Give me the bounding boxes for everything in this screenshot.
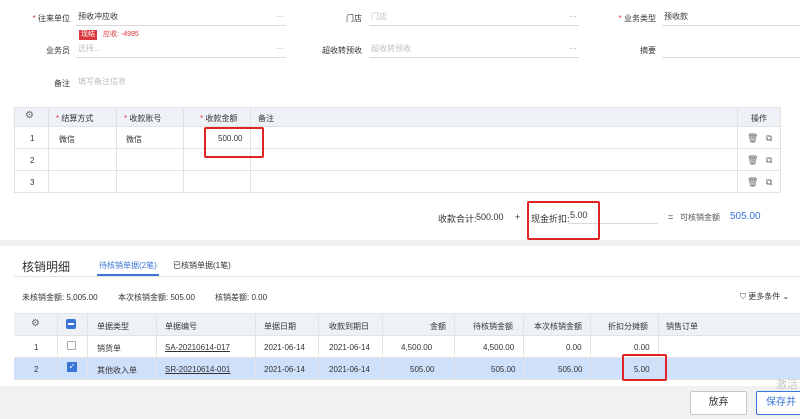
partner-receivable: 应收: -4995: [103, 31, 139, 38]
account-cell[interactable]: 微信: [126, 134, 142, 145]
watermark: 激活: [776, 379, 798, 391]
store-field[interactable]: 门店 ···: [369, 9, 579, 26]
writeoff-amount-label: 可核销金额: [680, 213, 720, 222]
row-number: 1: [34, 343, 39, 352]
header-account: * 收款账号: [124, 114, 162, 123]
discount-highlight-box: [527, 201, 600, 240]
filter-icon: ⛉: [740, 292, 749, 301]
discount-share-highlight-box: [622, 354, 667, 381]
amount-cell: 4,500.00: [401, 343, 433, 352]
settings-gear-icon[interactable]: ⚙: [25, 110, 34, 121]
more-icon[interactable]: ···: [276, 41, 284, 57]
over-receipt-label: 超收转预收: [322, 46, 362, 55]
amount-cell: 505.00: [410, 365, 435, 374]
chevron-down-icon: ⌄: [780, 292, 790, 301]
discount-cell: 0.00: [634, 343, 650, 352]
store-label: 门店: [346, 14, 362, 23]
business-type-field[interactable]: 预收款: [662, 9, 800, 26]
type-cell: 销货单: [97, 344, 121, 353]
header-order: 销售订单: [666, 322, 698, 331]
header-due: 收款到期日: [329, 322, 369, 331]
code-link[interactable]: SR-20210614-001: [165, 365, 230, 374]
header-method: * 结算方式: [56, 114, 94, 123]
summary-label: 摘要: [640, 46, 656, 55]
remark-placeholder: 填写备注信息: [78, 77, 126, 86]
tab-pending[interactable]: 待核销单据(2笔): [99, 260, 157, 271]
header-remark: 备注: [258, 114, 274, 123]
summary-field[interactable]: [662, 41, 800, 58]
business-type-label: * 业务类型: [618, 14, 656, 23]
copy-row-icon[interactable]: ⧉: [766, 133, 772, 144]
received-total-value: 500.00: [476, 212, 504, 222]
received-total-label: 收款合计:: [438, 214, 477, 224]
date-cell: 2021-06-14: [264, 365, 305, 374]
more-icon[interactable]: ···: [569, 9, 577, 25]
store-placeholder: 门店: [371, 12, 387, 21]
writeoff-difference: 核销差额: 0.00: [215, 293, 268, 302]
more-filters-button[interactable]: ⛉ 更多条件 ⌄: [740, 291, 789, 302]
plus-sign: +: [515, 212, 521, 222]
equals-sign: =: [668, 212, 674, 222]
due-cell: 2021-06-14: [329, 343, 370, 352]
row-number: 1: [30, 134, 35, 143]
header-ops: 操作: [751, 114, 767, 123]
over-receipt-field[interactable]: 超收转预收 ···: [369, 41, 579, 58]
discard-button[interactable]: 放弃: [690, 391, 747, 415]
row-checkbox[interactable]: [67, 341, 76, 350]
header-date: 单据日期: [264, 322, 296, 331]
writeoff-amount-value: 505.00: [730, 211, 761, 222]
current-writeoff-amount: 本次核销金额: 505.00: [118, 293, 195, 302]
partner-field[interactable]: 预收冲应收 ···: [76, 9, 286, 26]
partner-value: 预收冲应收: [78, 12, 118, 21]
tab-done[interactable]: 已核销单据(1笔): [173, 260, 231, 271]
copy-row-icon[interactable]: ⧉: [766, 155, 772, 166]
current-cell[interactable]: 0.00: [566, 343, 582, 352]
settings-gear-icon[interactable]: ⚙: [31, 318, 40, 329]
header-discount: 折扣分摊额: [608, 322, 648, 331]
amount-highlight-box: [204, 127, 264, 158]
row-number: 2: [34, 365, 39, 374]
over-receipt-placeholder: 超收转预收: [371, 44, 411, 53]
salesperson-placeholder: 选择...: [78, 44, 101, 53]
row-number: 2: [30, 156, 35, 165]
current-cell[interactable]: 505.00: [558, 365, 582, 374]
salesperson-label: 业务员: [46, 46, 70, 55]
date-cell: 2021-06-14: [264, 343, 305, 352]
footer-bar: [0, 386, 800, 419]
cash-badge: 现结: [79, 30, 97, 40]
method-cell[interactable]: 微信: [59, 134, 75, 145]
type-cell: 其他收入单: [97, 366, 137, 375]
unwritten-amount: 未核销金额: 5,005.00: [22, 293, 98, 302]
remark-label: 备注: [54, 79, 70, 88]
header-amount: * 收款金额: [200, 114, 238, 123]
select-all-checkbox[interactable]: [66, 319, 76, 329]
row-number: 3: [30, 178, 35, 187]
header-pending: 待核销金额: [473, 322, 513, 331]
salesperson-field[interactable]: 选择... ···: [76, 41, 286, 58]
delete-row-icon[interactable]: 🗑: [747, 155, 758, 166]
more-icon[interactable]: ···: [569, 41, 577, 57]
pending-cell: 505.00: [491, 365, 516, 374]
delete-row-icon[interactable]: 🗑: [747, 133, 758, 144]
more-icon[interactable]: ···: [276, 9, 284, 25]
partner-label: * 往来单位: [32, 14, 70, 23]
writeoff-title: 核销明细: [22, 260, 71, 274]
header-type: 单据类型: [97, 322, 129, 331]
remark-field[interactable]: 填写备注信息: [76, 74, 286, 91]
row-checkbox-checked[interactable]: ✓: [67, 362, 77, 372]
business-type-value: 预收款: [664, 12, 688, 21]
code-link[interactable]: SA-20210614-017: [165, 343, 230, 352]
header-amount: 金额: [430, 322, 446, 331]
copy-row-icon[interactable]: ⧉: [766, 177, 772, 188]
due-cell: 2021-06-14: [329, 365, 370, 374]
delete-row-icon[interactable]: 🗑: [747, 177, 758, 188]
header-current: 本次核销金额: [534, 322, 582, 331]
header-code: 单据编号: [165, 322, 197, 331]
save-button[interactable]: 保存并: [756, 391, 800, 415]
pending-cell: 4,500.00: [483, 343, 515, 352]
